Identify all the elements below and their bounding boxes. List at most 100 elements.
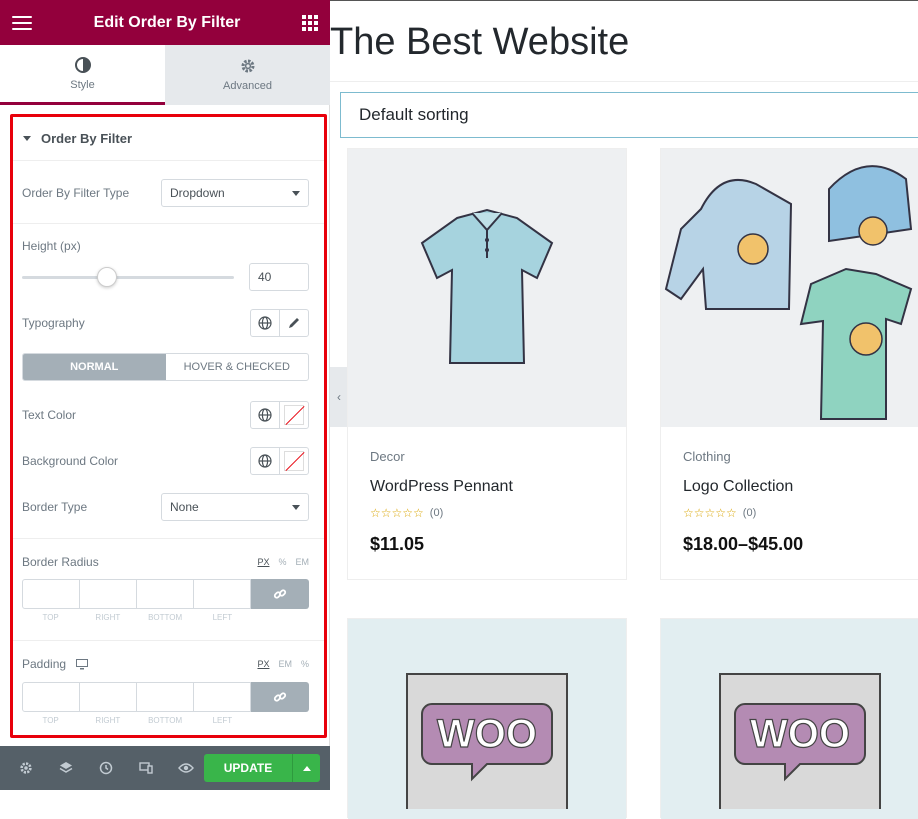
eye-icon[interactable] <box>166 746 206 790</box>
update-button[interactable]: UPDATE <box>204 754 292 782</box>
caret-up-icon <box>302 765 311 771</box>
slider-track <box>22 276 234 279</box>
text-color-swatch[interactable] <box>280 402 308 428</box>
link-icon[interactable] <box>251 579 309 609</box>
height-input[interactable]: 40 <box>249 263 309 291</box>
product-price: $11.05 <box>370 534 425 554</box>
product-category[interactable]: Clothing <box>683 449 917 464</box>
tab-style[interactable]: Style <box>0 45 165 105</box>
filter-type-control: Order By Filter Type Dropdown <box>22 179 309 207</box>
label-top: TOP <box>42 613 59 622</box>
radius-side-labels: TOP RIGHT BOTTOM LEFT <box>22 613 251 622</box>
chevron-down-icon <box>292 190 300 196</box>
unit-px[interactable]: PX <box>257 659 269 669</box>
rating-count: (0) <box>742 507 757 519</box>
product-card[interactable]: Decor WordPress Pennant ☆☆☆☆☆ (0) $11.05 <box>347 148 627 580</box>
filter-type-select[interactable]: Dropdown <box>161 179 309 207</box>
border-radius-control: TOP RIGHT BOTTOM LEFT <box>22 579 309 622</box>
star-icons: ☆☆☆☆☆ <box>370 506 424 520</box>
no-color-icon <box>284 451 304 471</box>
tab-normal[interactable]: NORMAL <box>23 354 166 380</box>
bg-color-buttons <box>250 447 309 475</box>
woo-text: WOO <box>750 712 850 756</box>
tab-hover-checked[interactable]: HOVER & CHECKED <box>166 354 309 380</box>
hoodie-collection-image <box>664 165 913 420</box>
radius-bottom-input[interactable] <box>136 579 194 609</box>
widgets-grid-icon[interactable] <box>302 14 318 31</box>
divider <box>13 640 324 641</box>
tab-advanced[interactable]: Advanced <box>165 45 330 105</box>
product-image[interactable]: WOO <box>348 619 626 819</box>
radius-top-input[interactable] <box>22 579 80 609</box>
update-options-button[interactable] <box>292 754 320 782</box>
responsive-icon[interactable] <box>126 746 166 790</box>
radius-left-input[interactable] <box>193 579 251 609</box>
padding-header: Padding PX EM % <box>22 657 309 671</box>
product-card[interactable]: WOO <box>660 618 918 819</box>
site-title[interactable]: The Best Website <box>330 21 629 64</box>
tab-style-label: Style <box>70 78 95 91</box>
bg-color-swatch[interactable] <box>280 448 308 474</box>
product-image[interactable] <box>348 149 626 427</box>
padding-top-input[interactable] <box>22 682 80 712</box>
border-type-value: None <box>170 500 199 514</box>
menu-icon[interactable] <box>12 15 32 30</box>
slider-handle[interactable] <box>96 267 117 287</box>
caret-down-icon <box>23 136 31 141</box>
pencil-icon[interactable] <box>280 310 308 336</box>
bg-color-label: Background Color <box>22 454 119 468</box>
header-divider <box>330 81 918 82</box>
unit-px[interactable]: PX <box>257 557 269 567</box>
star-rating: ☆☆☆☆☆ (0) <box>370 506 604 520</box>
padding-left-input[interactable] <box>193 682 251 712</box>
section-header[interactable]: Order By Filter <box>13 117 324 161</box>
padding-side-labels: TOP RIGHT BOTTOM LEFT <box>22 716 251 725</box>
border-type-select[interactable]: None <box>161 493 309 521</box>
unit-percent[interactable]: % <box>278 557 286 567</box>
product-image[interactable]: WOO <box>661 619 918 819</box>
product-card[interactable]: Clothing Logo Collection ☆☆☆☆☆ (0) $18.00… <box>660 148 918 580</box>
label-bottom: BOTTOM <box>148 716 183 725</box>
padding-label-wrap: Padding <box>22 657 89 671</box>
polo-shirt-image <box>420 208 554 364</box>
padding-right-input[interactable] <box>79 682 137 712</box>
product-name[interactable]: WordPress Pennant <box>370 478 604 496</box>
globe-icon[interactable] <box>251 402 280 428</box>
product-category[interactable]: Decor <box>370 449 604 464</box>
panel-title: Edit Order By Filter <box>93 13 241 31</box>
height-slider[interactable] <box>22 266 234 288</box>
section-title: Order By Filter <box>41 131 133 146</box>
radius-right-input[interactable] <box>79 579 137 609</box>
unit-em[interactable]: EM <box>296 557 310 567</box>
link-icon[interactable] <box>251 682 309 712</box>
text-color-control: Text Color <box>22 401 309 429</box>
settings-icon[interactable] <box>6 746 46 790</box>
product-name[interactable]: Logo Collection <box>683 478 917 496</box>
product-info: Clothing Logo Collection ☆☆☆☆☆ (0) $18.00… <box>661 427 918 579</box>
border-type-control: Border Type None <box>22 493 309 521</box>
desktop-icon[interactable] <box>76 658 89 670</box>
text-color-buttons <box>250 401 309 429</box>
bg-color-control: Background Color <box>22 447 309 475</box>
unit-percent[interactable]: % <box>301 659 309 669</box>
editor-panel: Edit Order By Filter Style Advanced Orde… <box>0 0 330 790</box>
history-icon[interactable] <box>86 746 126 790</box>
filter-type-value: Dropdown <box>170 186 225 200</box>
tab-advanced-label: Advanced <box>223 80 272 92</box>
label-right: RIGHT <box>95 613 121 622</box>
sorting-dropdown[interactable]: Default sorting <box>340 92 918 138</box>
divider <box>13 223 324 224</box>
text-color-label: Text Color <box>22 408 77 422</box>
padding-control: TOP RIGHT BOTTOM LEFT <box>22 682 309 725</box>
divider <box>13 538 324 539</box>
globe-icon[interactable] <box>251 310 280 336</box>
layers-icon[interactable] <box>46 746 86 790</box>
product-card[interactable]: WOO <box>347 618 627 819</box>
product-image[interactable] <box>661 149 918 427</box>
unit-em[interactable]: EM <box>278 659 292 669</box>
globe-icon[interactable] <box>251 448 280 474</box>
contrast-icon <box>74 56 91 73</box>
label-left: LEFT <box>212 613 233 622</box>
padding-bottom-input[interactable] <box>136 682 194 712</box>
collapse-panel-button[interactable]: ‹ <box>330 367 348 427</box>
